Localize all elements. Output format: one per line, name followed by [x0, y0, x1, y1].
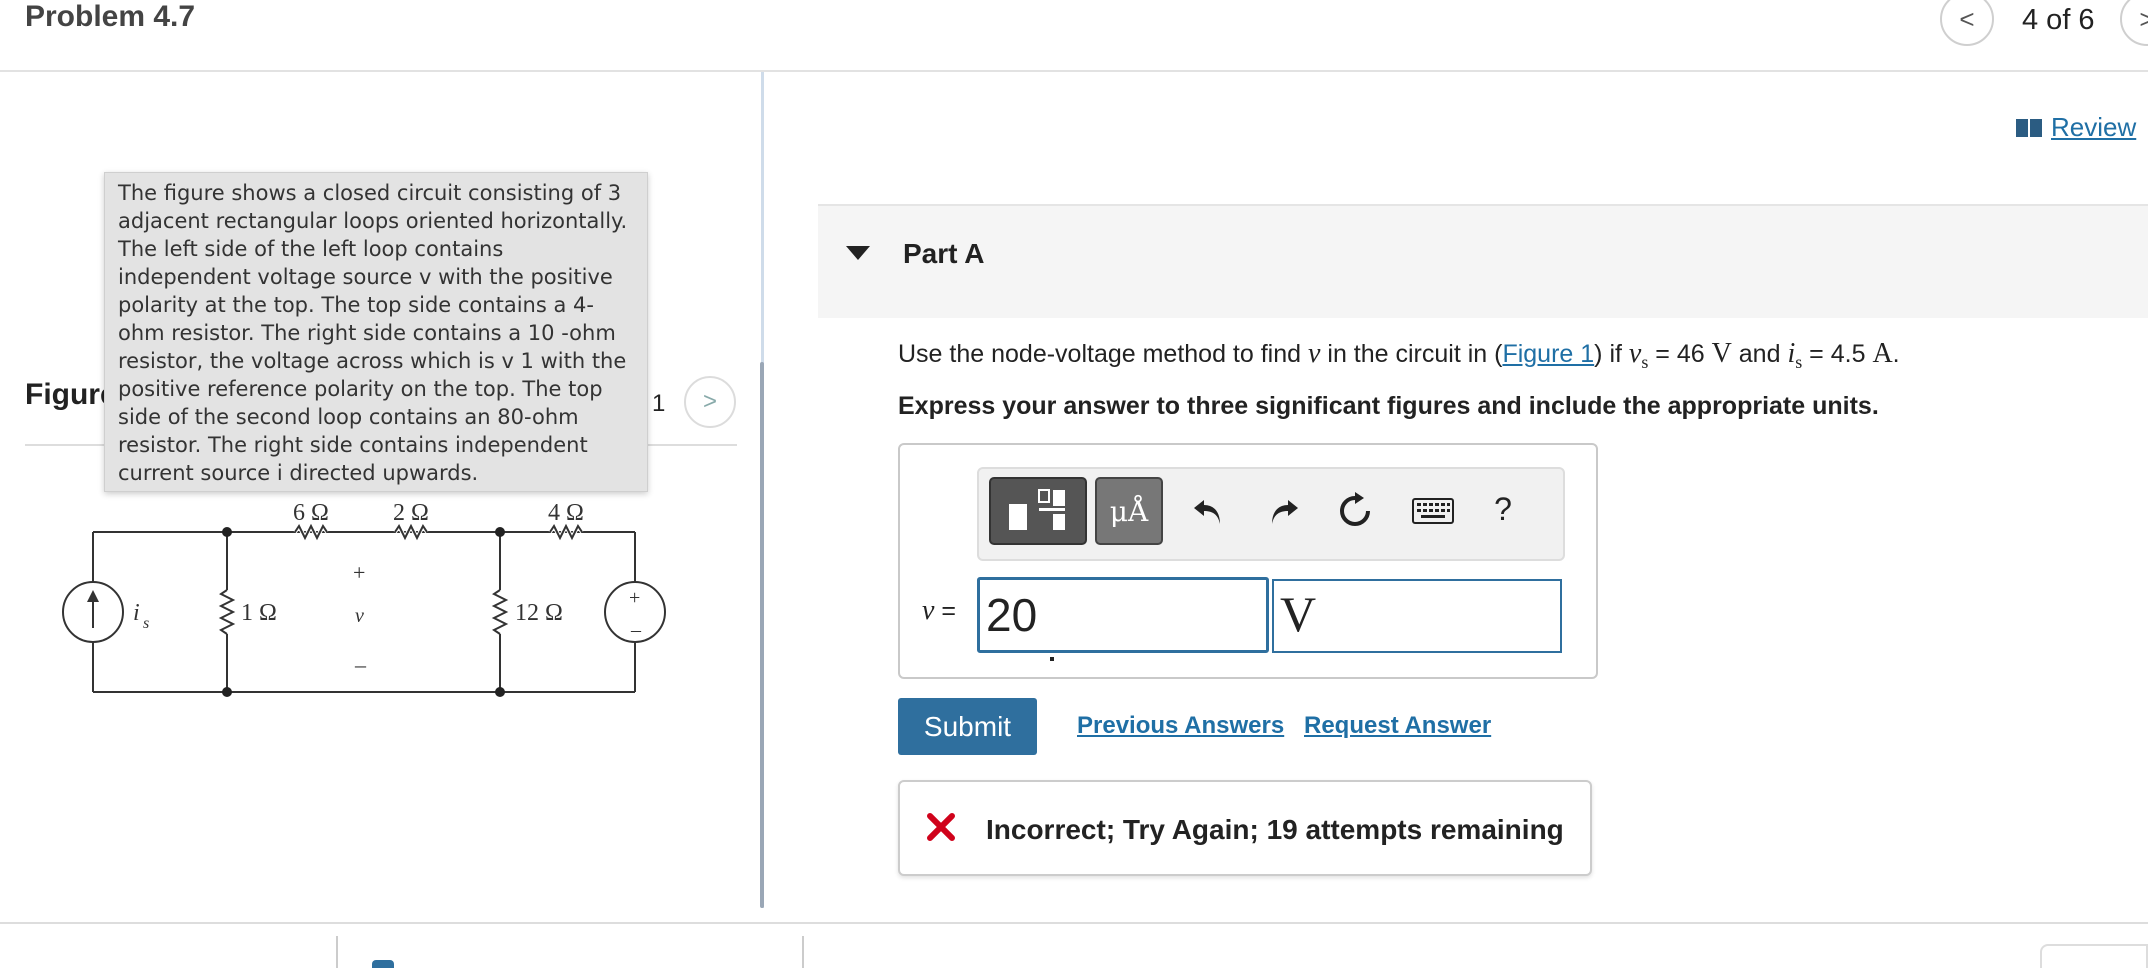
templates-button[interactable]: [989, 477, 1087, 545]
figure-description-tooltip: The figure shows a closed circuit consis…: [104, 172, 648, 492]
question-text: Use the node-voltage method to find v in…: [898, 338, 1900, 372]
math-toolbar: μÅ ?: [977, 467, 1565, 561]
problem-header: Problem 4.7 < 4 of 6 >: [0, 0, 2148, 72]
incorrect-x-icon: [927, 813, 955, 841]
value-input[interactable]: 20: [977, 577, 1269, 653]
label-6ohm: 6 Ω: [293, 500, 329, 526]
answer-variable-label: v =: [922, 595, 956, 626]
feedback-box: Incorrect; Try Again; 19 attempts remain…: [898, 780, 1592, 876]
next-figure-button[interactable]: >: [684, 376, 736, 428]
keyboard-icon[interactable]: [1409, 491, 1457, 531]
vs-plus: +: [629, 587, 640, 609]
label-1ohm: 1 Ω: [241, 600, 277, 626]
redo-icon[interactable]: [1263, 491, 1303, 531]
part-title: Part A: [903, 238, 985, 269]
partial-panel: [2040, 944, 2148, 968]
problem-title: Problem 4.7: [25, 0, 196, 33]
problem-counter: 4 of 6: [2022, 4, 2095, 36]
label-12ohm: 12 Ω: [515, 600, 563, 626]
reset-icon[interactable]: [1335, 491, 1375, 531]
instruction-text: Express your answer to three significant…: [898, 392, 1879, 420]
label-4ohm: 4 Ω: [548, 500, 584, 526]
review-label: Review: [2051, 112, 2137, 142]
label-2ohm: 2 Ω: [393, 500, 429, 526]
figure-label: Figure: [25, 378, 117, 411]
cursor-dot: [1050, 657, 1054, 661]
request-answer-link[interactable]: Request Answer: [1304, 712, 1491, 740]
v-plus: +: [353, 560, 365, 585]
previous-problem-button[interactable]: <: [1940, 0, 1994, 46]
partial-icon: [372, 960, 394, 968]
book-icon: [2015, 117, 2043, 139]
vs-minus: –: [630, 619, 642, 641]
pane-scrollbar[interactable]: [760, 362, 764, 908]
divider: [802, 936, 804, 968]
templates-icon: [1009, 489, 1065, 530]
next-problem-button[interactable]: >: [2120, 0, 2148, 46]
figure-link[interactable]: Figure 1: [1502, 340, 1594, 368]
help-button[interactable]: ?: [1483, 487, 1523, 531]
bottom-divider: [0, 922, 2148, 924]
previous-answers-link[interactable]: Previous Answers: [1077, 712, 1284, 740]
units-button[interactable]: μÅ: [1095, 477, 1163, 545]
is-subscript: s: [143, 615, 149, 632]
unit-input[interactable]: V: [1272, 579, 1562, 653]
collapse-caret-icon[interactable]: [846, 246, 870, 260]
circuit-diagram: 6 Ω 2 Ω 4 Ω 1 Ω 12 Ω + v – + – i s v: [62, 500, 666, 697]
resistor-12ohm: [491, 589, 509, 635]
v-minus: –: [354, 652, 367, 677]
resistor-1ohm: [218, 589, 236, 635]
divider: [336, 936, 338, 968]
submit-button[interactable]: Submit: [898, 698, 1037, 755]
feedback-text: Incorrect; Try Again; 19 attempts remain…: [986, 814, 1564, 845]
part-a-header[interactable]: Part A: [818, 204, 2148, 318]
review-link[interactable]: Review: [2015, 112, 2136, 143]
undo-icon[interactable]: [1189, 491, 1229, 531]
figure-count: 1: [652, 390, 666, 417]
v-label: v: [355, 605, 364, 627]
is-label: i: [133, 600, 140, 626]
answer-box: μÅ ? v = 20 V: [898, 443, 1598, 679]
